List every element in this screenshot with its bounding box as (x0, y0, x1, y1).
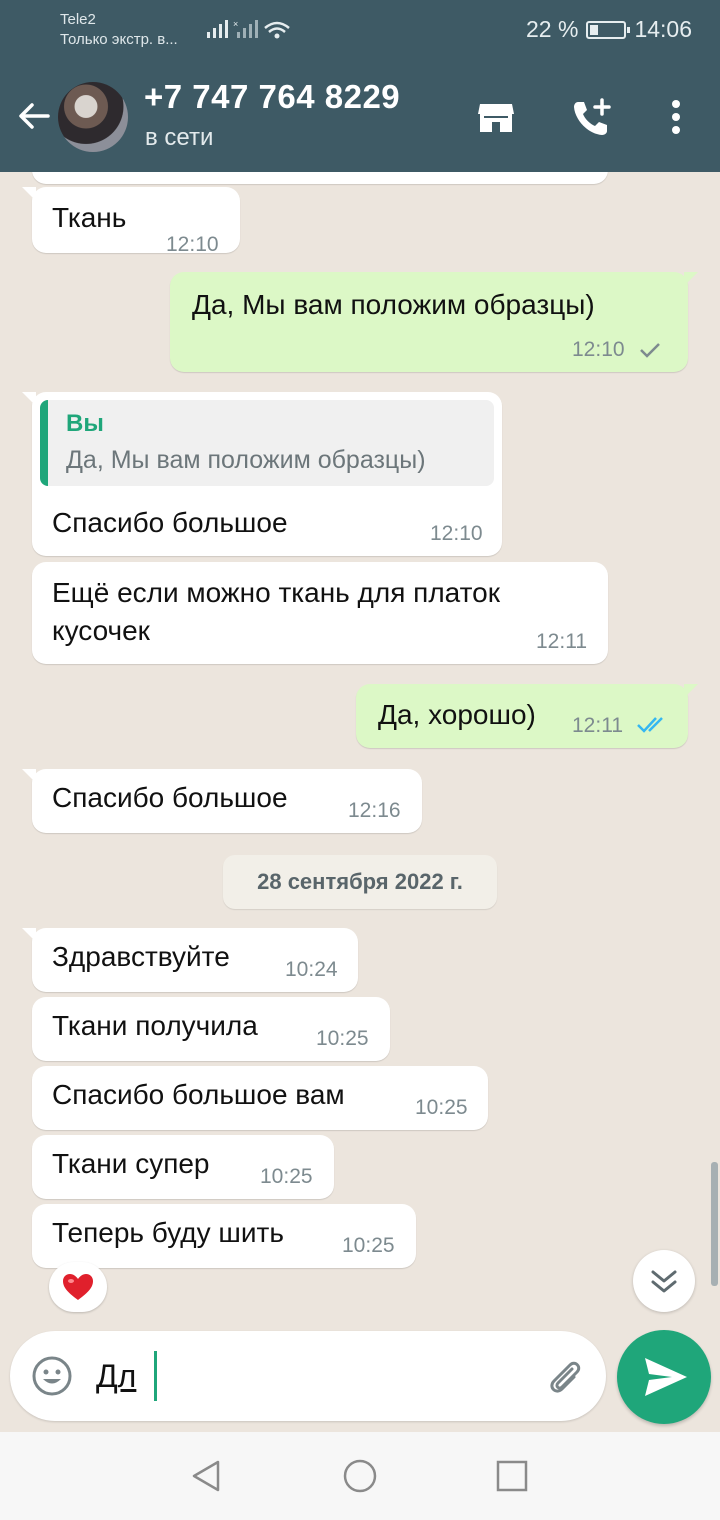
add-call-icon[interactable] (570, 96, 614, 140)
message-bubble-incoming[interactable]: Теперь буду шить 10:25 (32, 1204, 416, 1268)
message-bubble-incoming[interactable]: Спасибо большое 12:16 (22, 769, 422, 833)
catalog-shop-icon[interactable] (474, 96, 518, 140)
message-time: 10:24 (285, 958, 338, 981)
nav-back-icon[interactable] (186, 1456, 226, 1496)
message-text-line2: кусочек (52, 615, 150, 646)
message-bubble-incoming[interactable]: Спасибо большое вам 10:25 (32, 1066, 488, 1130)
clock: 14:06 (634, 16, 692, 42)
avatar[interactable] (58, 82, 128, 152)
battery-percent: 22 % (526, 16, 579, 42)
carrier-subtext: Только экстр. в... (60, 31, 178, 48)
carrier-info: Tele2 Только экстр. в... (60, 10, 178, 50)
message-text: Да, хорошо) (378, 699, 536, 730)
message-text: Ткани получила (52, 1010, 258, 1041)
message-time: 12:11 (536, 630, 587, 653)
send-icon (645, 1358, 687, 1396)
app-header: Tele2 Только экстр. в... × 22 % 14:06 +7… (0, 0, 720, 172)
nav-home-icon[interactable] (340, 1456, 380, 1496)
message-time: 10:25 (316, 1027, 369, 1050)
heart-icon (63, 1273, 93, 1300)
message-text: Ткань (52, 202, 127, 233)
scrollbar[interactable] (711, 1162, 718, 1286)
message-time: 12:11 (572, 714, 623, 737)
composer (10, 1331, 606, 1421)
message-bubble-reply[interactable]: Вы Да, Мы вам положим образцы) Спасибо б… (22, 392, 502, 556)
message-time: 10:25 (260, 1165, 313, 1188)
single-check-icon (640, 343, 660, 358)
message-text: Спасибо большое (52, 507, 288, 538)
message-text: Спасибо большое вам (52, 1079, 345, 1110)
message-bubble-incoming[interactable]: Ткани супер 10:25 (32, 1135, 334, 1199)
message-bubble-outgoing[interactable]: Да, Мы вам положим образцы) 12:10 (170, 272, 698, 372)
message-bubble-incoming[interactable]: Ткани получила 10:25 (32, 997, 390, 1061)
message-text: Да, Мы вам положим образцы) (192, 289, 595, 320)
system-nav-bar (0, 1432, 720, 1520)
message-text: Спасибо большое (52, 782, 288, 813)
attach-paperclip-icon[interactable] (542, 1355, 586, 1399)
text-caret (154, 1351, 157, 1401)
status-bar: Tele2 Только экстр. в... × 22 % 14:06 (0, 0, 720, 64)
quoted-message[interactable]: Вы Да, Мы вам положим образцы) (40, 400, 494, 486)
more-options-icon[interactable] (654, 96, 698, 140)
double-check-read-icon (637, 717, 663, 733)
message-time: 12:16 (348, 799, 401, 822)
contact-status: в сети (145, 124, 214, 151)
message-input[interactable] (96, 1351, 516, 1401)
double-chevron-down-icon (651, 1270, 677, 1293)
battery-icon (586, 20, 631, 39)
quoted-author: Вы (66, 410, 104, 437)
nav-recents-icon[interactable] (492, 1456, 532, 1496)
quoted-text: Да, Мы вам положим образцы) (66, 446, 426, 474)
emoji-icon[interactable] (30, 1354, 74, 1398)
send-button[interactable] (617, 1330, 711, 1424)
reaction-badge[interactable] (49, 1262, 107, 1312)
scroll-to-bottom-button[interactable] (633, 1250, 695, 1312)
message-bubble-incoming[interactable]: Ещё если можно ткань для платок кусочек … (32, 562, 608, 664)
back-arrow-icon[interactable] (14, 96, 54, 136)
message-bubble-partial[interactable] (32, 172, 608, 184)
message-text: Теперь буду шить (52, 1217, 284, 1248)
date-separator: 28 сентября 2022 г. (223, 855, 497, 909)
contact-name[interactable]: +7 747 764 8229 (144, 78, 400, 116)
message-time: 12:10 (166, 233, 219, 256)
message-text-line1: Ещё если можно ткань для платок (52, 577, 500, 608)
message-time: 10:25 (415, 1096, 468, 1119)
message-text: Здравствуйте (52, 941, 230, 972)
status-right: 22 % 14:06 (526, 16, 692, 43)
chat-area[interactable]: Ткань 12:10 Да, Мы вам положим образцы) … (0, 172, 720, 1330)
carrier-name: Tele2 (60, 11, 96, 28)
svg-text:×: × (233, 19, 238, 29)
signal-icon: × (207, 19, 290, 39)
message-time: 12:10 (572, 338, 625, 361)
message-bubble-outgoing[interactable]: Да, хорошо) 12:11 (356, 684, 698, 748)
message-bubble-incoming[interactable]: Ткань 12:10 (22, 187, 240, 256)
message-time: 10:25 (342, 1234, 395, 1257)
message-time: 12:10 (430, 522, 483, 545)
message-bubble-incoming[interactable]: Здравствуйте 10:24 (22, 928, 358, 992)
message-text: Ткани супер (52, 1148, 210, 1179)
